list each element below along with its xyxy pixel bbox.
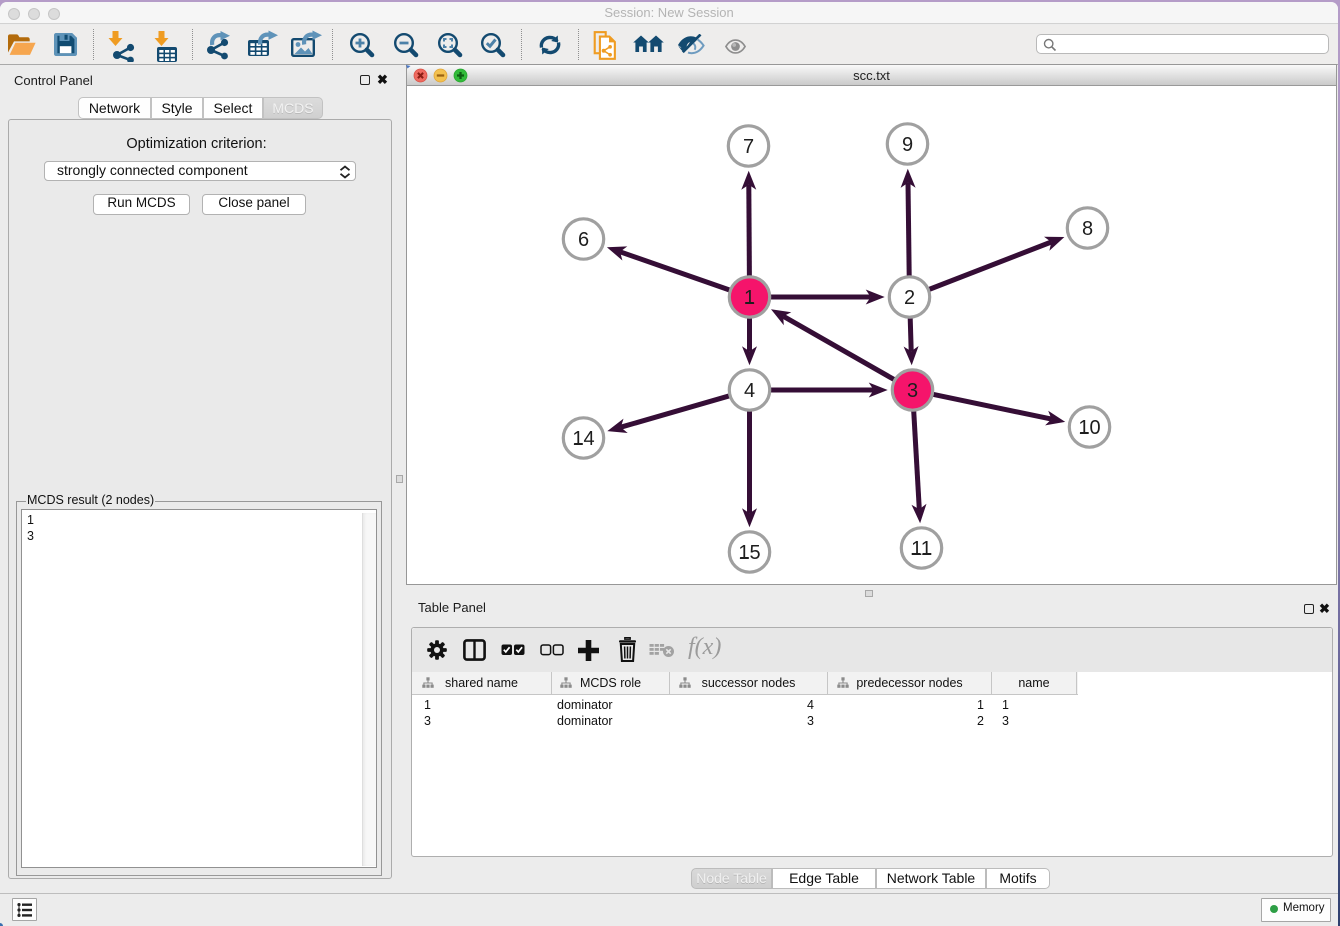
svg-text:8: 8 — [1082, 218, 1093, 240]
svg-text:15: 15 — [738, 542, 760, 564]
svg-text:10: 10 — [1078, 417, 1100, 439]
svg-text:4: 4 — [744, 380, 755, 402]
svg-text:2: 2 — [904, 287, 915, 309]
svg-text:11: 11 — [911, 538, 932, 560]
svg-text:6: 6 — [578, 229, 589, 251]
svg-text:3: 3 — [907, 380, 918, 402]
svg-text:14: 14 — [572, 428, 594, 450]
svg-text:9: 9 — [902, 134, 913, 156]
svg-text:1: 1 — [744, 287, 755, 309]
svg-text:7: 7 — [743, 136, 754, 158]
